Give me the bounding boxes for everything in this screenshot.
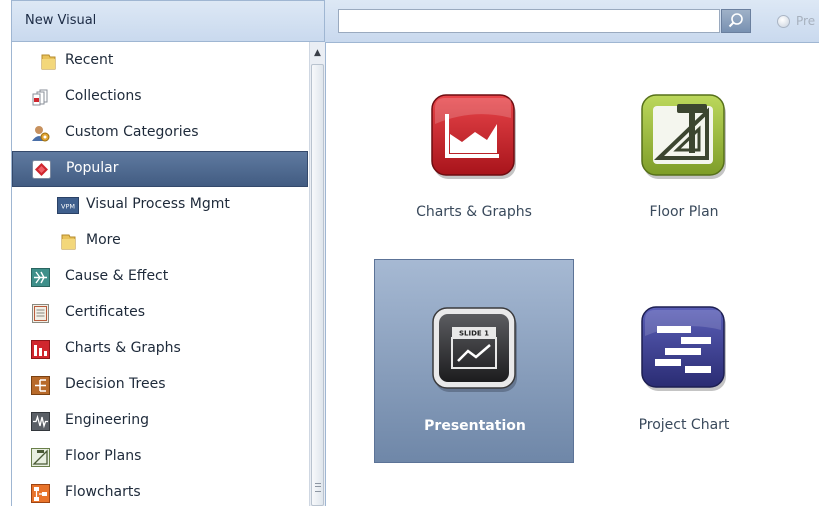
nav-item-certificates[interactable]: Certificates (12, 295, 308, 331)
nav-item-label: Popular (66, 160, 119, 176)
charts-graphs-icon (431, 94, 516, 179)
nav-item-decision-trees[interactable]: Decision Trees (12, 367, 308, 403)
tile-project-chart[interactable]: Project Chart (584, 259, 784, 463)
vpm-icon: VPM (57, 197, 79, 214)
tile-label: Project Chart (638, 417, 730, 433)
nav-item-label: Decision Trees (65, 376, 166, 392)
visual-gallery: Pre Charts & Graphs Floor Plan SLIDE 1 P… (325, 0, 819, 506)
scroll-up-arrow-icon[interactable]: ▲ (310, 46, 325, 60)
custom-categories-icon (32, 126, 50, 142)
nav-item-floor-plans[interactable]: Floor Plans (12, 439, 308, 475)
collections-icon (32, 89, 48, 106)
category-panel: New Visual Recent Collections Custom Cat… (11, 0, 325, 506)
nav-item-custom-categories[interactable]: Custom Categories (12, 115, 308, 151)
tile-label: Presentation (424, 418, 526, 434)
vpm-badge: VPM (61, 203, 75, 211)
tile-charts-graphs[interactable]: Charts & Graphs (374, 44, 574, 248)
folder-icon (41, 54, 56, 70)
nav-item-label: Engineering (65, 412, 149, 428)
nav-item-engineering[interactable]: Engineering (12, 403, 308, 439)
nav-item-label: Charts & Graphs (65, 340, 181, 356)
panel-title: New Visual (25, 13, 97, 28)
flowchart-icon (31, 484, 50, 503)
nav-item-label: Flowcharts (65, 484, 141, 500)
panel-header: New Visual (11, 0, 325, 42)
category-list: Recent Collections Custom Categories Pop… (11, 42, 309, 506)
search-toolbar: Pre (325, 0, 819, 43)
preview-button[interactable]: Pre (777, 10, 819, 32)
template-tiles: Charts & Graphs Floor Plan SLIDE 1 Prese… (325, 43, 819, 506)
category-scrollbar[interactable]: ▲ (309, 42, 325, 506)
tile-presentation[interactable]: SLIDE 1 Presentation (374, 259, 574, 463)
floor-plan-icon (641, 94, 726, 179)
tile-label: Floor Plan (649, 204, 719, 220)
nav-item-charts-graphs[interactable]: Charts & Graphs (12, 331, 308, 367)
magnifier-icon (728, 13, 743, 28)
preview-icon (777, 15, 790, 28)
nav-item-cause-effect[interactable]: Cause & Effect (12, 259, 308, 295)
nav-item-label: Certificates (65, 304, 146, 320)
nav-item-collections[interactable]: Collections (12, 79, 308, 115)
popular-icon (32, 160, 51, 179)
slide-caption: SLIDE 1 (459, 330, 489, 338)
nav-item-flowcharts[interactable]: Flowcharts (12, 475, 308, 506)
nav-item-popular[interactable]: Popular (12, 151, 308, 187)
tile-floor-plan[interactable]: Floor Plan (584, 44, 784, 248)
nav-item-label: Custom Categories (65, 124, 199, 140)
nav-item-label: Recent (65, 52, 114, 68)
tile-label: Charts & Graphs (416, 204, 532, 220)
decision-tree-icon (31, 376, 50, 395)
engineering-icon (31, 412, 50, 431)
nav-item-more[interactable]: More (12, 223, 308, 259)
nav-item-label: Visual Process Mgmt (86, 196, 230, 212)
nav-item-visual-process-mgmt[interactable]: VPM Visual Process Mgmt (12, 187, 308, 223)
nav-item-label: More (86, 232, 121, 248)
charts-graphs-icon (31, 340, 50, 359)
nav-item-label: Cause & Effect (65, 268, 169, 284)
folder-icon (61, 234, 76, 250)
presentation-icon: SLIDE 1 (432, 307, 517, 392)
nav-item-recent[interactable]: Recent (12, 43, 308, 79)
floor-plans-icon (31, 448, 50, 467)
search-button[interactable] (721, 9, 751, 33)
project-chart-icon (641, 306, 726, 391)
cause-effect-icon (31, 268, 50, 287)
preview-label: Pre (796, 14, 816, 28)
scroll-thumb[interactable] (311, 64, 324, 506)
nav-item-label: Collections (65, 88, 142, 104)
nav-item-label: Floor Plans (65, 448, 142, 464)
search-input[interactable] (338, 9, 720, 33)
certificate-icon (32, 304, 49, 323)
scroll-grip-icon (315, 483, 321, 492)
